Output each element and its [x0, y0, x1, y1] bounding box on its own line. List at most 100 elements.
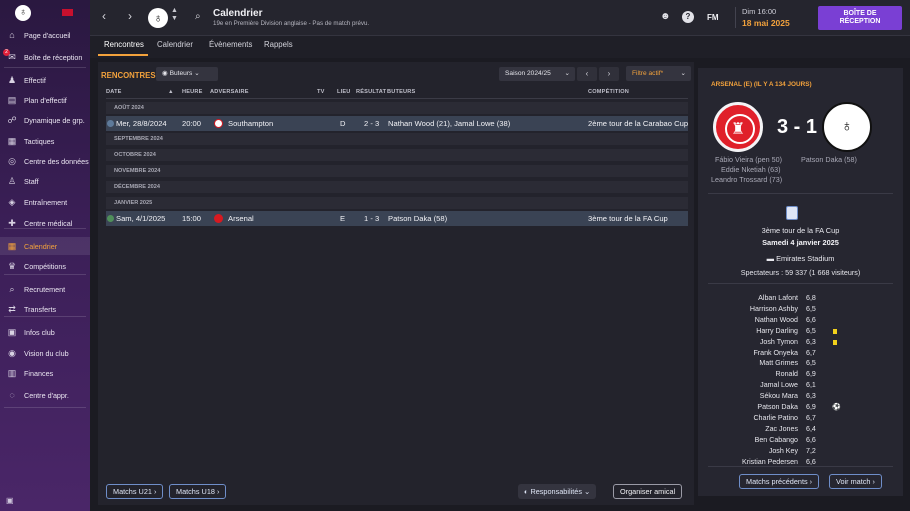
match-opponent[interactable]: Arsenal: [228, 211, 254, 226]
table-row[interactable]: Mer, 28/8/2024 20:00 Southampton D 2 - 3…: [106, 116, 688, 131]
stadium-name[interactable]: Emirates Stadium: [776, 254, 834, 263]
sidebar-item[interactable]: ✉ Boîte de réception 2: [0, 48, 90, 66]
sidebar-item[interactable]: ◉ Vision du club: [0, 344, 90, 362]
home-icon: ⌂: [9, 30, 15, 40]
learning-icon: ◌: [9, 390, 15, 400]
u21-matches-button[interactable]: Matchs U21 ›: [106, 484, 164, 499]
help-icon[interactable]: ?: [682, 11, 694, 23]
sidebar-item[interactable]: ♟ Effectif: [0, 71, 90, 89]
scorers-dropdown[interactable]: ◉ Buteurs ⌄: [156, 67, 218, 81]
sidebar-item-label: Boîte de réception: [24, 52, 83, 62]
sidebar-item[interactable]: ⌕ Recrutement: [0, 280, 90, 298]
lineup-player[interactable]: Kristian Pedersen: [718, 458, 798, 466]
match-date: Mer, 28/8/2024: [116, 119, 167, 128]
sidebar-collapse-icon[interactable]: ▣: [6, 496, 14, 505]
col-scorers[interactable]: BUTEURS: [387, 89, 415, 95]
player-rating: 6,5: [806, 304, 816, 313]
sidebar-item[interactable]: ◌ Centre d'appr.: [0, 386, 90, 404]
club-switch-icon[interactable]: ▲ ▼: [171, 7, 178, 23]
col-date[interactable]: DATE: [106, 89, 122, 95]
col-venue[interactable]: LIEU: [337, 89, 351, 95]
search-icon[interactable]: ⌕: [195, 11, 201, 22]
inbox-button-line1: BOÎTE DE: [843, 10, 877, 17]
previous-matches-button[interactable]: Matchs précédents ›: [739, 474, 820, 489]
arsenal-logo-icon[interactable]: ♜: [713, 102, 763, 152]
sidebar-item[interactable]: ▦ Tactiques: [0, 132, 90, 150]
u18-matches-button[interactable]: Matchs U18 ›: [169, 484, 227, 499]
back-arrow-icon[interactable]: ‹: [102, 9, 106, 23]
arrange-friendly-button[interactable]: Organiser amical: [613, 484, 683, 499]
lineup-player[interactable]: Sékou Mara: [718, 392, 798, 400]
tab-rappels[interactable]: Rappels: [264, 40, 293, 49]
month-row: JANVIER 2025: [106, 197, 688, 209]
lineup-player[interactable]: Josh Key: [718, 447, 798, 455]
sidebar-item[interactable]: ◎ Centre des données: [0, 152, 90, 170]
sidebar-item[interactable]: ▥ Finances: [0, 364, 90, 382]
col-opponent[interactable]: ADVERSAIRE: [210, 89, 249, 95]
result-dot-icon: [107, 120, 114, 127]
forward-arrow-icon[interactable]: ›: [128, 9, 132, 23]
lineup-player[interactable]: Harry Darling: [718, 327, 798, 335]
tab-rencontres[interactable]: Rencontres: [104, 40, 144, 49]
sidebar-item[interactable]: ♙ Staff: [0, 172, 90, 190]
match-opponent[interactable]: Southampton: [228, 116, 273, 131]
continue-inbox-button[interactable]: BOÎTE DE RÉCEPTION: [818, 6, 902, 30]
table-row[interactable]: Sam, 4/1/2025 15:00 Arsenal E 1 - 3 Pats…: [106, 211, 688, 226]
col-result[interactable]: RÉSULTAT: [356, 89, 386, 95]
match-competition[interactable]: 2ème tour de la Carabao Cup: [588, 116, 688, 131]
sidebar-item[interactable]: ☍ Dynamique de grp.: [0, 111, 90, 129]
next-season-button[interactable]: ›: [599, 67, 619, 81]
southampton-badge-icon: [214, 119, 223, 128]
swansea-logo-icon[interactable]: ♁: [822, 102, 872, 152]
season-dropdown[interactable]: Saison 2024/25 ⌄: [499, 67, 575, 81]
arsenal-badge-icon: [214, 214, 223, 223]
arrange-friendly-label: Organiser amical: [620, 487, 676, 496]
sidebar-item[interactable]: ✚ Centre médical: [0, 214, 90, 232]
sidebar-item[interactable]: ♛ Compétitions: [0, 257, 90, 275]
club-logo-icon[interactable]: ♁: [15, 5, 31, 21]
lineup-player[interactable]: Patson Daka: [718, 403, 798, 411]
sidebar-item[interactable]: ◈ Entraînement: [0, 193, 90, 211]
col-tv[interactable]: TV: [317, 89, 325, 95]
lineup-player[interactable]: Ben Cabango: [718, 436, 798, 444]
tab-calendrier[interactable]: Calendrier: [157, 40, 193, 49]
player-rating: 6,4: [806, 424, 816, 433]
sidebar-item[interactable]: ⌂ Page d'accueil: [0, 26, 90, 44]
sidebar-item[interactable]: ▤ Plan d'effectif: [0, 91, 90, 109]
lineup-player[interactable]: Jamal Lowe: [718, 381, 798, 389]
lineup-player[interactable]: Alban Lafont: [718, 294, 798, 302]
lineup-player[interactable]: Frank Onyeka: [718, 349, 798, 357]
lineup-player[interactable]: Josh Tymon: [718, 338, 798, 346]
responsibilities-button[interactable]: ◐ Responsabilités ⌄: [518, 484, 597, 499]
match-competition[interactable]: 3ème tour de la FA Cup: [588, 211, 668, 226]
prev-season-button[interactable]: ‹: [577, 67, 597, 81]
club-badge-icon[interactable]: ♁: [148, 8, 168, 28]
filter-button[interactable]: Filtre actif* ⌄: [626, 66, 691, 81]
lineup-player[interactable]: Zac Jones: [718, 425, 798, 433]
player-rating: 6,5: [806, 359, 816, 368]
lineup-player[interactable]: Ronald: [718, 370, 798, 378]
view-match-button[interactable]: Voir match ›: [829, 474, 882, 489]
scouting-icon: ⌕: [9, 283, 15, 294]
col-competition[interactable]: COMPÉTITION: [588, 89, 629, 95]
nation-flag-icon[interactable]: [62, 9, 73, 16]
sort-icon[interactable]: ▲: [168, 89, 174, 95]
lineup-player[interactable]: Matt Grimes: [718, 359, 798, 367]
fa-cup-icon: [786, 206, 798, 220]
lineup-player[interactable]: Nathan Wood: [718, 316, 798, 324]
match-result[interactable]: 2 - 3: [364, 116, 379, 131]
detail-competition[interactable]: 3ème tour de la FA Cup: [698, 226, 903, 235]
sidebar-item[interactable]: ▦ Calendrier: [0, 237, 90, 255]
staff-icon: ◐: [524, 487, 529, 496]
game-icon[interactable]: ☻: [660, 11, 671, 22]
lineup-player[interactable]: Harrison Ashby: [718, 305, 798, 313]
col-time[interactable]: HEURE: [182, 89, 203, 95]
match-result[interactable]: 1 - 3: [364, 211, 379, 226]
detail-date: Samedi 4 janvier 2025: [762, 238, 839, 247]
medical-icon: ✚: [8, 217, 16, 228]
sidebar-item[interactable]: ▣ Infos club: [0, 323, 90, 341]
fm-menu-button[interactable]: FM: [707, 13, 719, 22]
lineup-player[interactable]: Charlie Patino: [718, 414, 798, 422]
match-venue: D: [340, 119, 346, 128]
tab-evenements[interactable]: Évènements: [209, 40, 252, 49]
